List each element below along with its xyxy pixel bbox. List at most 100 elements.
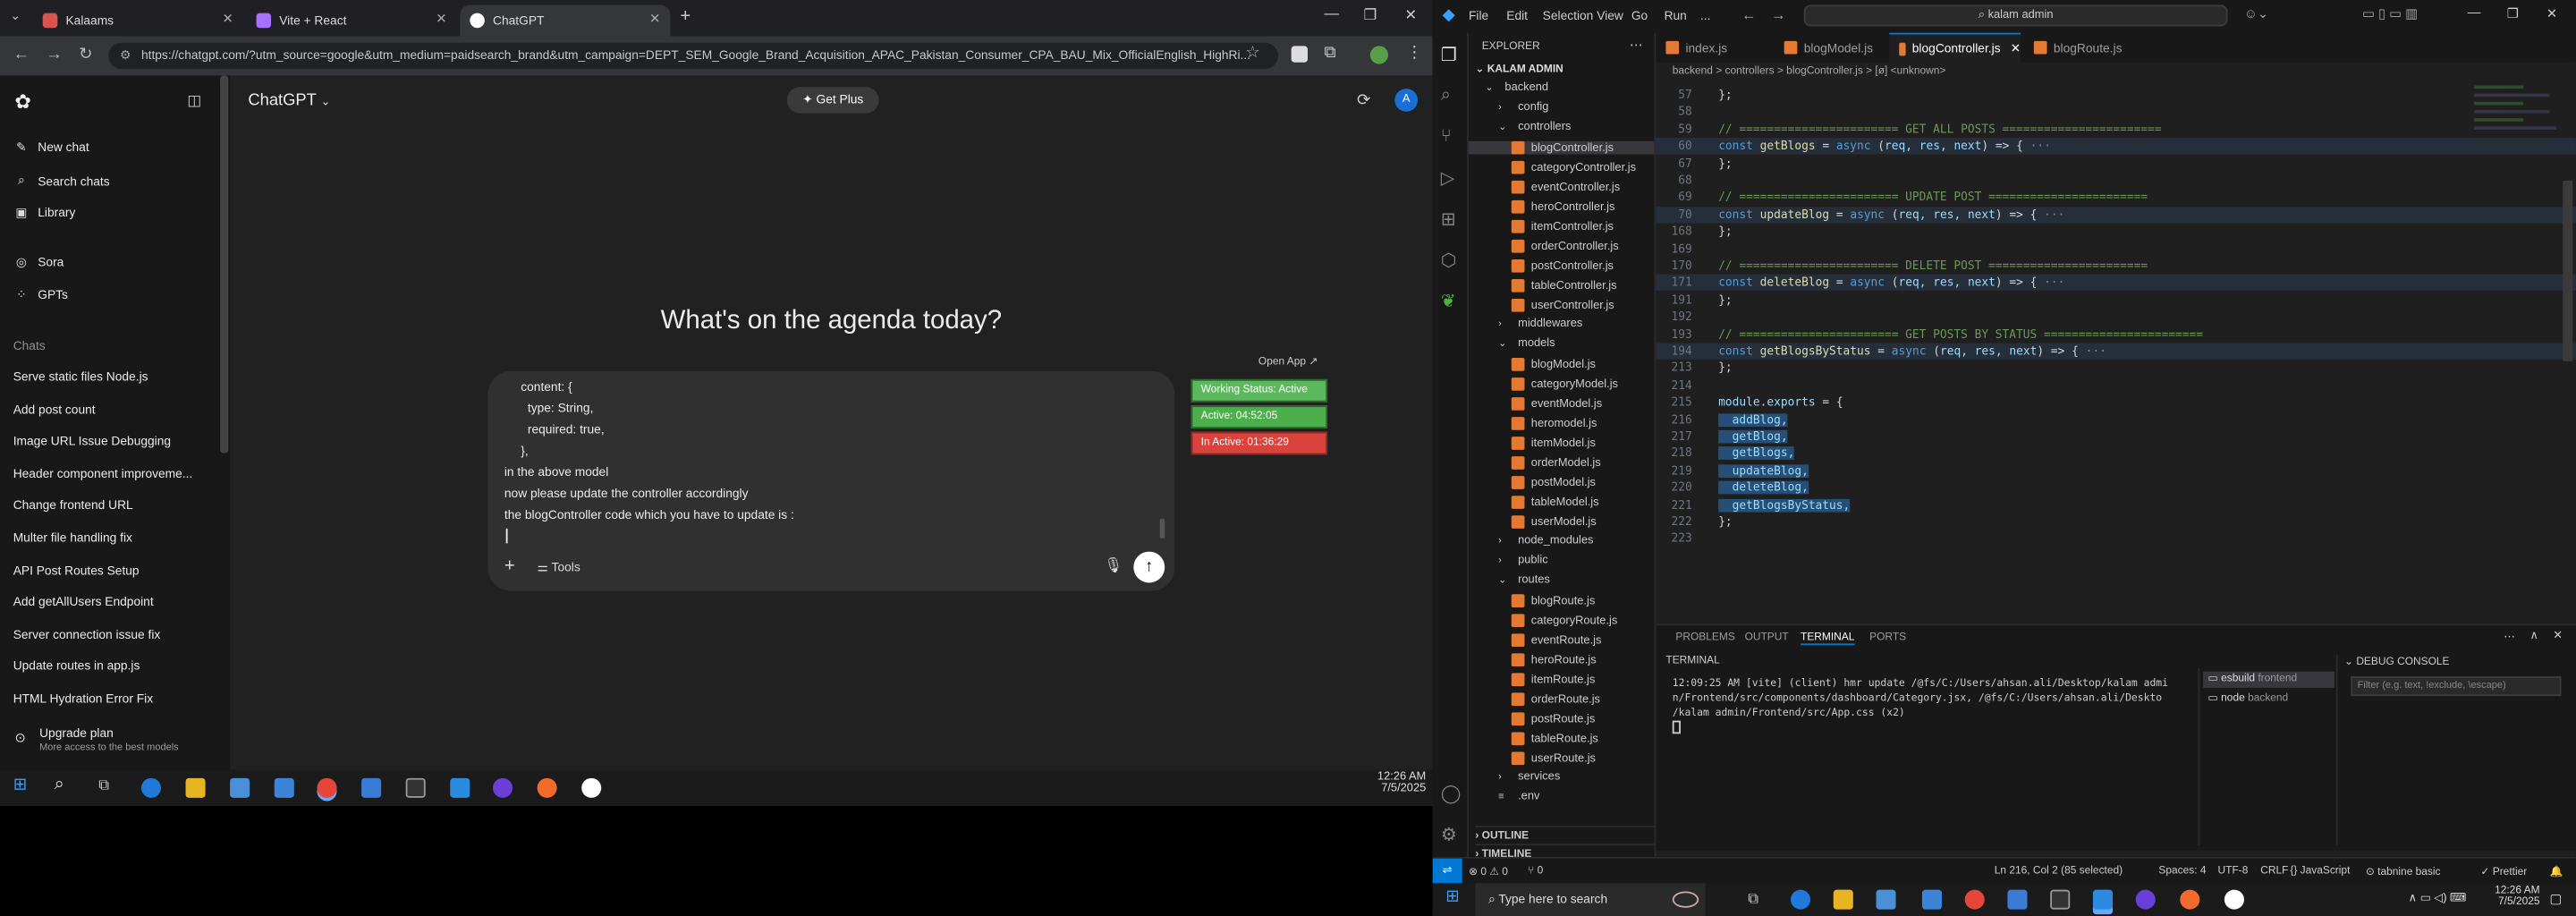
browser-tab-chatgpt[interactable]: ChatGPT ✕ — [460, 4, 671, 37]
open-app-link[interactable]: Open App ↗ — [1258, 354, 1318, 368]
panel-tab[interactable]: PORTS — [1869, 632, 1906, 644]
close-icon[interactable]: ✕ — [436, 12, 446, 27]
tree-file[interactable]: postRoute.js — [1511, 712, 1595, 726]
minimap[interactable] — [2468, 75, 2563, 150]
mongodb-leaf-icon[interactable]: ❦ — [1441, 291, 1456, 312]
edge-icon[interactable] — [1791, 889, 1811, 910]
copilot-icon[interactable]: ☺⌄ — [2244, 6, 2268, 21]
maximize-icon[interactable]: ❐ — [1363, 6, 1377, 24]
tree-folder[interactable]: › middlewares — [1498, 318, 1582, 330]
layout-icon[interactable]: ▭ ▯ ▭ ▥ — [2362, 6, 2418, 21]
browser-tab-kalaams[interactable]: Kalaams ✕ — [33, 5, 243, 37]
more-actions-icon[interactable]: ⋯ — [1630, 38, 1643, 53]
indentation[interactable]: Spaces: 4 — [2158, 865, 2206, 877]
workspace-root[interactable]: ⌄ KALAM ADMIN — [1475, 63, 1563, 76]
extensions-puzzle-icon[interactable]: ⧉ — [1324, 45, 1335, 63]
sidebar-toggle-icon[interactable]: ◫ — [187, 92, 201, 110]
new-tab-icon[interactable]: + — [680, 6, 691, 26]
task-view-icon[interactable]: ⧉ — [1748, 890, 1758, 908]
tree-file[interactable]: heroRoute.js — [1511, 653, 1597, 667]
message-composer[interactable]: content: { type: String, required: true,… — [487, 370, 1175, 591]
tree-file[interactable]: orderModel.js — [1511, 456, 1601, 470]
minimize-icon[interactable]: — — [2468, 5, 2481, 21]
close-icon[interactable]: ✕ — [649, 12, 660, 27]
tree-file[interactable]: tableRoute.js — [1511, 732, 1598, 746]
model-selector[interactable]: ChatGPT ⌄ — [248, 92, 330, 110]
chat-history-item[interactable]: Add getAllUsers Endpoint — [13, 595, 154, 610]
tree-file[interactable]: ≡ .env — [1498, 792, 1539, 803]
taskbar-search[interactable]: ⌕ Type here to search — [1475, 883, 1706, 916]
terminal-output[interactable]: 12:09:25 AM [vite] (client) hmr update /… — [1672, 676, 2185, 734]
tree-folder[interactable]: ⌄ routes — [1498, 574, 1550, 586]
zoom-icon[interactable] — [2135, 889, 2156, 910]
menu-item[interactable]: Run — [1665, 8, 1687, 23]
tree-folder[interactable]: › services — [1498, 771, 1560, 783]
panel-more-icon[interactable]: ⋯ — [2504, 631, 2515, 644]
tree-folder[interactable]: ⌄ controllers — [1498, 122, 1571, 133]
upgrade-plan-button[interactable]: ⊙ Upgrade plan More access to the best m… — [6, 724, 223, 759]
minimize-icon[interactable]: — — [1324, 5, 1339, 21]
tree-file[interactable]: itemRoute.js — [1511, 673, 1595, 687]
tree-file[interactable]: blogRoute.js — [1511, 594, 1595, 607]
tree-file[interactable]: eventController.js — [1511, 180, 1620, 194]
close-window-icon[interactable]: ✕ — [1404, 6, 1417, 24]
tree-folder[interactable]: › config — [1498, 102, 1548, 114]
editor-scrollbar[interactable] — [2563, 180, 2573, 361]
sora-button[interactable]: ◎ Sora — [13, 254, 64, 269]
reload-icon[interactable]: ↻ — [79, 46, 92, 64]
chrome-icon[interactable] — [317, 777, 337, 798]
tree-file[interactable]: postController.js — [1511, 259, 1614, 273]
settings-gear-icon[interactable]: ⚙ — [1441, 824, 1457, 845]
close-panel-icon[interactable]: ✕ — [2553, 629, 2563, 642]
store-icon[interactable] — [230, 777, 250, 798]
chat-history-item[interactable]: Add post count — [13, 402, 96, 417]
editor-tab[interactable]: blogRoute.js — [2024, 33, 2140, 63]
menu-item[interactable]: Edit — [1506, 8, 1528, 23]
search-icon[interactable]: ⌕ — [1441, 85, 1451, 106]
tree-file[interactable]: tableModel.js — [1511, 496, 1599, 509]
site-info-icon[interactable]: ⚙ — [120, 43, 131, 69]
task-view-icon[interactable]: ⧉ — [98, 776, 109, 794]
new-chat-button[interactable]: ✎ New chat — [13, 140, 89, 155]
tree-file[interactable]: userController.js — [1511, 298, 1614, 312]
temporary-chat-icon[interactable]: ⟳ — [1357, 92, 1370, 110]
mail-icon[interactable] — [1921, 889, 1942, 910]
file-explorer-icon[interactable] — [1833, 889, 1853, 910]
mail-icon[interactable] — [274, 777, 294, 798]
tab-search-icon[interactable]: ⌄ — [10, 8, 21, 23]
openai-logo-icon[interactable]: ✿ — [15, 90, 31, 114]
app-icon[interactable] — [361, 777, 382, 798]
forward-icon[interactable]: → — [46, 46, 62, 64]
bookmark-star-icon[interactable]: ☆ — [1245, 45, 1259, 63]
tree-file[interactable]: heromodel.js — [1511, 417, 1597, 430]
chat-history-item[interactable]: HTML Hydration Error Fix — [13, 691, 153, 707]
postman-icon[interactable] — [537, 777, 557, 798]
tree-folder[interactable]: ⌄ backend — [1485, 82, 1548, 94]
edge-icon[interactable] — [140, 777, 161, 798]
tree-file[interactable]: blogController.js — [1469, 140, 1655, 155]
explorer-files-icon[interactable]: ❐ — [1441, 45, 1457, 65]
debug-filter-input[interactable]: Filter (e.g. text, !exclude, \escape) — [2351, 676, 2562, 697]
back-icon[interactable]: ← — [1741, 6, 1757, 22]
tree-file[interactable]: userRoute.js — [1511, 751, 1596, 766]
windows-start-icon[interactable]: ⊞ — [13, 776, 27, 794]
language-mode[interactable]: {} JavaScript — [2290, 865, 2350, 877]
terminal-item-esbuild[interactable]: ▭ esbuild frontend — [2203, 671, 2334, 688]
prettier-status[interactable]: ✓ Prettier — [2480, 865, 2527, 878]
tree-file[interactable]: itemModel.js — [1511, 437, 1596, 450]
url-input[interactable]: ⚙ https://chatgpt.com/?utm_source=google… — [108, 42, 1278, 70]
app-icon[interactable] — [2007, 889, 2028, 910]
panel-tab[interactable]: TERMINAL — [1801, 632, 1855, 646]
send-button[interactable]: ↑ — [1133, 551, 1165, 583]
extension-icon[interactable] — [1291, 46, 1309, 63]
chat-history-item[interactable]: Server connection issue fix — [13, 627, 161, 642]
tree-file[interactable]: orderController.js — [1511, 239, 1619, 253]
panel-tab[interactable]: OUTPUT — [1745, 632, 1789, 644]
tree-folder[interactable]: › node_modules — [1498, 535, 1593, 547]
app-icon[interactable] — [581, 777, 602, 798]
close-icon[interactable]: ✕ — [222, 12, 233, 27]
problems-count[interactable]: ⊗ 0 ⚠ 0 — [1469, 865, 1508, 878]
tabnine-status[interactable]: ⊙ tabnine basic — [2366, 865, 2441, 878]
terminal-icon[interactable] — [2050, 889, 2071, 910]
chat-history-item[interactable]: Header component improveme... — [13, 466, 193, 481]
